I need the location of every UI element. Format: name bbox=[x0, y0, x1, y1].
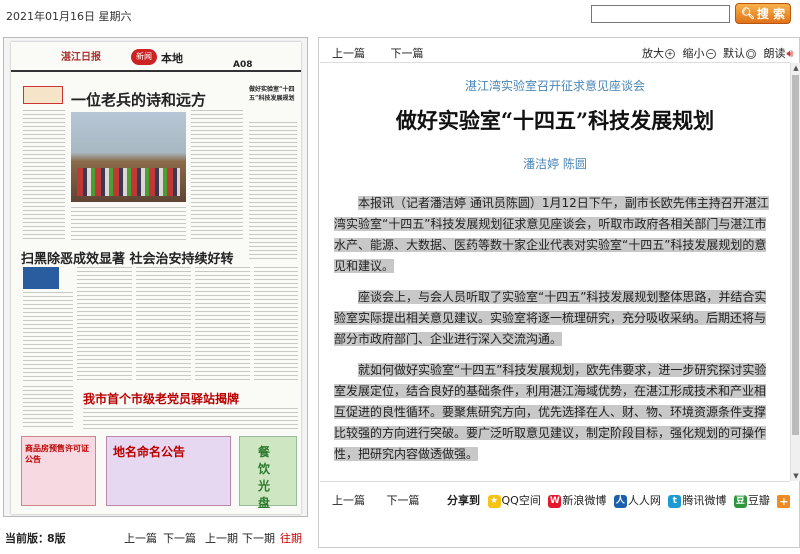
article-column bbox=[83, 408, 298, 432]
weibo-icon: W bbox=[548, 494, 562, 508]
share-renren[interactable]: 人人人网 bbox=[613, 492, 661, 508]
article-author: 潘洁婷 陈圆 bbox=[523, 157, 587, 171]
article-paragraph: 本报讯（记者潘洁婷 通讯员陈圆）1月12日下午，副市长欧先伟主持召开湛江湾实验室… bbox=[334, 196, 769, 273]
page-navigation: 当前版： 8版 上一篇 下一篇 上一期 下一期 往期 bbox=[0, 524, 310, 546]
current-date: 2021年01月16日 星期六 bbox=[6, 10, 132, 23]
prev-issue-link[interactable]: 上一期 bbox=[205, 530, 238, 546]
article-column bbox=[191, 110, 243, 240]
prev-article-link[interactable]: 上一篇 bbox=[332, 47, 365, 60]
masthead-logo: 湛江日报 bbox=[61, 52, 101, 63]
more-share-icon[interactable]: + bbox=[777, 494, 791, 508]
newspaper-page-image[interactable]: 湛江日报 新闻 本地 A08 做好实验室“十四五”科技发展规划 一位老兵的诗和远… bbox=[11, 42, 301, 514]
zoom-controls: 放大 + 缩小 − 默认 ○ 朗读🔊︎ bbox=[642, 45, 793, 61]
zoom-out-button[interactable]: 缩小 − bbox=[683, 47, 720, 60]
share-douban[interactable]: 豆豆瓣 bbox=[733, 492, 770, 508]
current-page-value: 8版 bbox=[47, 532, 66, 545]
ad-place-naming: 地名命名公告 bbox=[106, 436, 231, 506]
column-tag bbox=[23, 86, 63, 104]
qzone-icon: ★ bbox=[487, 494, 501, 508]
headline-veteran: 一位老兵的诗和远方 bbox=[71, 91, 207, 109]
article-column bbox=[195, 267, 250, 382]
article-column bbox=[23, 386, 73, 430]
read-aloud-button[interactable]: 朗读🔊︎ bbox=[764, 47, 794, 60]
share-tencent-weibo[interactable]: t 腾讯微博 bbox=[668, 492, 726, 508]
douban-icon: 豆 bbox=[733, 494, 747, 508]
article-bottom-bar: 上一篇 下一篇 分享到 ★ QQ空间 W 新浪微博 人人人网 t 腾讯微博 豆豆瓣 +… bbox=[332, 492, 800, 512]
past-issues-link[interactable]: 往期 bbox=[280, 530, 302, 546]
article-column bbox=[71, 207, 186, 242]
article-title: 做好实验室“十四五”科技发展规划 bbox=[395, 108, 715, 133]
ad-clean-plate: 餐饮光盘 bbox=[239, 436, 297, 510]
article-column bbox=[23, 292, 73, 382]
headline-party-station: 我市首个市级老党员驿站揭牌 bbox=[83, 392, 240, 406]
scroll-up-arrow-icon[interactable]: ▲ bbox=[791, 63, 800, 73]
article-top-nav: 上一篇 下一篇 bbox=[332, 45, 446, 61]
current-page-label: 当前版： bbox=[5, 532, 49, 545]
article-column bbox=[23, 110, 65, 240]
search-button-label: 搜 索 bbox=[756, 7, 786, 21]
minus-icon: − bbox=[705, 49, 716, 59]
page-thumbnail-panel: 湛江日报 新闻 本地 A08 做好实验室“十四五”科技发展规划 一位老兵的诗和远… bbox=[3, 37, 308, 517]
bottom-prev-article-link[interactable]: 上一篇 bbox=[332, 492, 365, 508]
article-content: 湛江湾实验室召开征求意见座谈会 做好实验室“十四五”科技发展规划 潘洁婷 陈圆 … bbox=[320, 63, 790, 481]
bottom-next-article-link[interactable]: 下一篇 bbox=[387, 492, 420, 508]
article-paragraph: 座谈会上，与会人员听取了实验室“十四五”科技发展规划整体思路，并结合实验室实际提… bbox=[334, 290, 767, 346]
scroll-thumb[interactable] bbox=[792, 75, 799, 435]
zoom-default-button[interactable]: 默认 ○ bbox=[723, 47, 760, 60]
page-number: A08 bbox=[233, 60, 253, 70]
reset-icon: ○ bbox=[746, 49, 756, 59]
article-subtitle: 湛江湾实验室召开征求意见座谈会 bbox=[464, 79, 645, 93]
ad-housing-presale: 商品房预售许可证公告 bbox=[21, 436, 96, 506]
prev-page-link[interactable]: 上一篇 bbox=[124, 530, 157, 546]
article-panel: 上一篇 下一篇 放大 + 缩小 − 默认 ○ 朗读🔊︎ 湛江湾实验室召开征求意见座谈会… bbox=[318, 37, 800, 548]
section-badge: 新闻 bbox=[131, 49, 157, 65]
next-page-link[interactable]: 下一篇 bbox=[163, 530, 196, 546]
headline-crime: 扫黑除恶成效显著 社会治安持续好转 bbox=[21, 252, 234, 267]
share-label: 分享到 bbox=[447, 494, 480, 507]
top-bar: 2021年01月16日 星期六 🔍︎ 搜 索 bbox=[0, 0, 800, 32]
article-column bbox=[77, 267, 132, 382]
side-article-text bbox=[249, 122, 297, 262]
article-column bbox=[254, 267, 298, 382]
plus-icon: + bbox=[665, 49, 675, 59]
tencent-weibo-icon: t bbox=[668, 494, 682, 508]
article-column bbox=[136, 267, 191, 382]
share-qzone[interactable]: ★ QQ空间 bbox=[487, 492, 541, 508]
article-scrollbar[interactable]: ▲ ▼ bbox=[790, 63, 800, 481]
search-icon: 🔍︎ bbox=[740, 7, 755, 20]
next-article-link[interactable]: 下一篇 bbox=[391, 47, 424, 60]
section-name: 本地 bbox=[161, 52, 183, 65]
article-paragraph: 就如何做好实验室“十四五”科技发展规划，欧先伟要求，进一步研究探讨实验室发展定位… bbox=[334, 363, 767, 461]
search-input[interactable] bbox=[591, 5, 730, 23]
search-button[interactable]: 🔍︎ 搜 索 bbox=[735, 3, 791, 24]
share-weibo[interactable]: W 新浪微博 bbox=[548, 492, 606, 508]
speaker-icon: 🔊︎ bbox=[786, 47, 794, 60]
renren-icon: 人 bbox=[613, 494, 627, 508]
scroll-down-arrow-icon[interactable]: ▼ bbox=[791, 471, 800, 481]
side-article-title: 做好实验室“十四五”科技发展规划 bbox=[249, 86, 295, 102]
graphic-tag bbox=[23, 267, 59, 289]
next-issue-link[interactable]: 下一期 bbox=[242, 530, 275, 546]
veteran-photo bbox=[71, 112, 186, 202]
newspaper-masthead: 湛江日报 新闻 本地 A08 bbox=[11, 42, 301, 72]
zoom-in-button[interactable]: 放大 + bbox=[642, 47, 679, 60]
